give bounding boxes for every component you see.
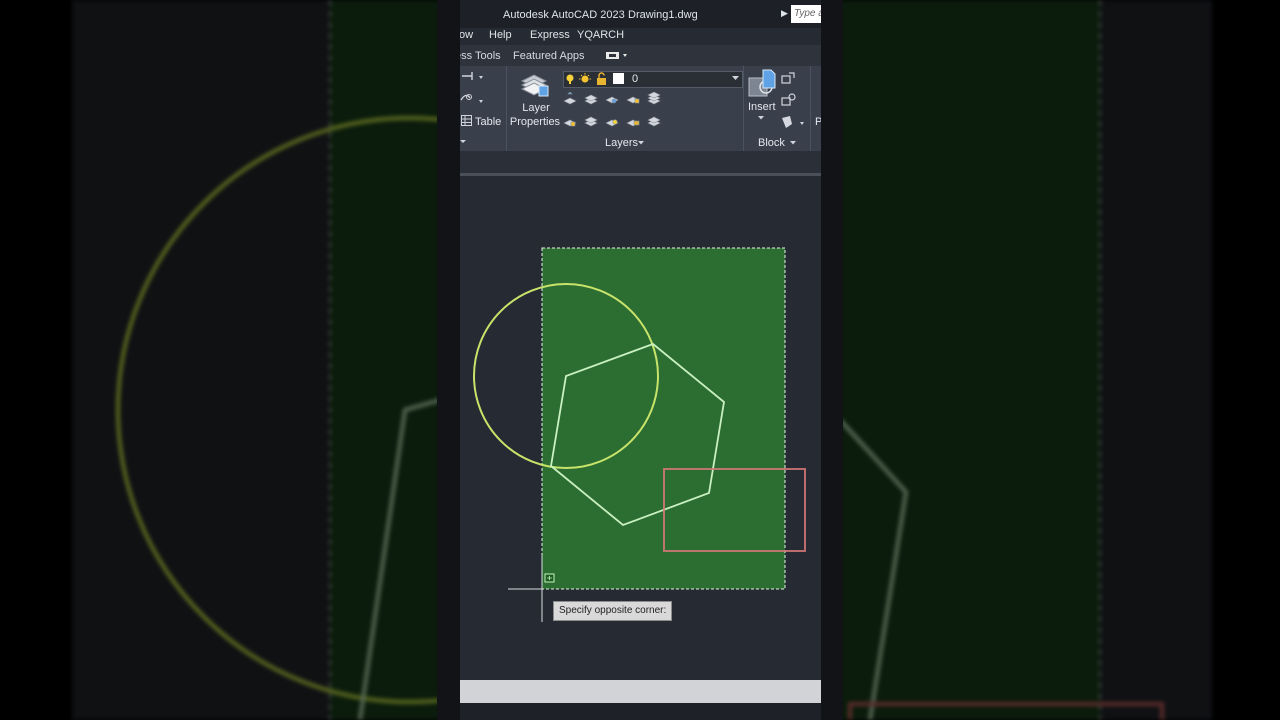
- command-prompt-tooltip: Specify opposite corner:: [553, 601, 673, 621]
- blurred-backdrop-left: [0, 0, 440, 720]
- blurred-backdrop-right: [840, 0, 1280, 720]
- backdrop-left-art: [72, 0, 440, 720]
- command-line[interactable]: [460, 680, 821, 703]
- video-frame: Autodesk AutoCAD 2023 Drawing1.dwg ▶ Typ…: [437, 0, 843, 720]
- backdrop-right-art: [840, 0, 1212, 720]
- autocad-window: Autodesk AutoCAD 2023 Drawing1.dwg ▶ Typ…: [460, 0, 821, 720]
- status-bar: [460, 703, 821, 720]
